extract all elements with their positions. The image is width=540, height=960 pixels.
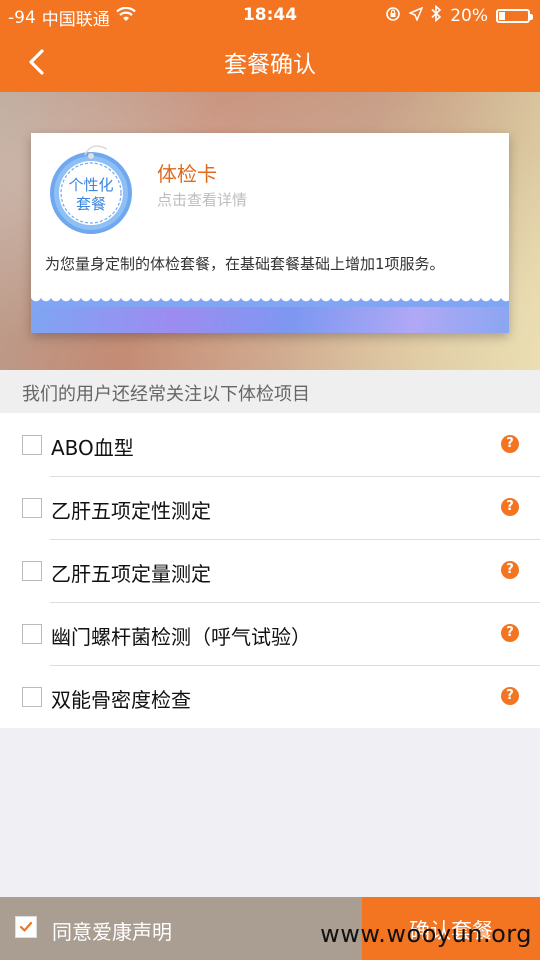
nav-bar: 套餐确认	[0, 30, 540, 92]
item-label: 双能骨密度检查	[51, 688, 191, 712]
agree-bar: 同意爱康声明	[0, 897, 362, 960]
watermark: www.wooyun.org	[320, 920, 532, 948]
item-checkbox[interactable]	[22, 498, 42, 518]
help-icon[interactable]: ?	[501, 435, 519, 453]
status-right: 20%	[385, 4, 533, 27]
card-decorative-strip	[31, 297, 509, 333]
location-icon	[408, 6, 424, 26]
badge-line1: 个性化	[68, 176, 113, 194]
item-label: 乙肝五项定性测定	[51, 499, 211, 523]
item-checkbox[interactable]	[22, 624, 42, 644]
list-item[interactable]: 乙肝五项定性测定 ?	[0, 476, 540, 539]
bluetooth-icon	[431, 4, 442, 27]
page-title: 套餐确认	[224, 52, 316, 78]
item-checkbox[interactable]	[22, 435, 42, 455]
top-bar: -94 中国联通 18:44 20% 套餐确认	[0, 0, 540, 92]
help-icon[interactable]: ?	[501, 687, 519, 705]
card-title: 体检卡	[157, 162, 217, 186]
checkmark-icon	[19, 921, 33, 932]
hero-banner: 个性化 套餐 体检卡 点击查看详情 为您量身定制的体检套餐，在基础套餐基础上增加…	[0, 92, 540, 370]
badge-line2: 套餐	[76, 195, 106, 213]
package-card[interactable]: 个性化 套餐 体检卡 点击查看详情 为您量身定制的体检套餐，在基础套餐基础上增加…	[31, 133, 509, 333]
card-description: 为您量身定制的体检套餐，在基础套餐基础上增加1项服务。	[45, 255, 445, 273]
battery-level	[499, 12, 505, 20]
section-header: 我们的用户还经常关注以下体检项目	[0, 370, 540, 413]
item-checkbox[interactable]	[22, 687, 42, 707]
help-icon[interactable]: ?	[501, 624, 519, 642]
list-item[interactable]: 双能骨密度检查 ?	[0, 665, 540, 728]
item-label: 乙肝五项定量测定	[51, 562, 211, 586]
status-bar: -94 中国联通 18:44 20%	[0, 0, 540, 30]
view-details-link[interactable]: 点击查看详情	[157, 189, 247, 210]
personalized-package-badge: 个性化 套餐	[50, 145, 132, 234]
list-item[interactable]: ABO血型 ?	[0, 413, 540, 476]
list-item[interactable]: 乙肝五项定量测定 ?	[0, 539, 540, 602]
help-icon[interactable]: ?	[501, 498, 519, 516]
item-label: ABO血型	[51, 436, 134, 460]
item-checkbox[interactable]	[22, 561, 42, 581]
help-icon[interactable]: ?	[501, 561, 519, 579]
exam-items-list: ABO血型 ? 乙肝五项定性测定 ? 乙肝五项定量测定 ? 幽门螺杆菌检测（呼气…	[0, 413, 540, 728]
item-label: 幽门螺杆菌检测（呼气试验）	[51, 625, 311, 649]
battery-icon	[496, 9, 533, 23]
orientation-lock-icon	[385, 6, 401, 27]
agree-checkbox[interactable]	[15, 916, 37, 938]
battery-percent: 20%	[450, 6, 488, 26]
list-item[interactable]: 幽门螺杆菌检测（呼气试验） ?	[0, 602, 540, 665]
agree-statement-label[interactable]: 同意爱康声明	[52, 916, 172, 945]
section-header-text: 我们的用户还经常关注以下体检项目	[22, 384, 310, 405]
